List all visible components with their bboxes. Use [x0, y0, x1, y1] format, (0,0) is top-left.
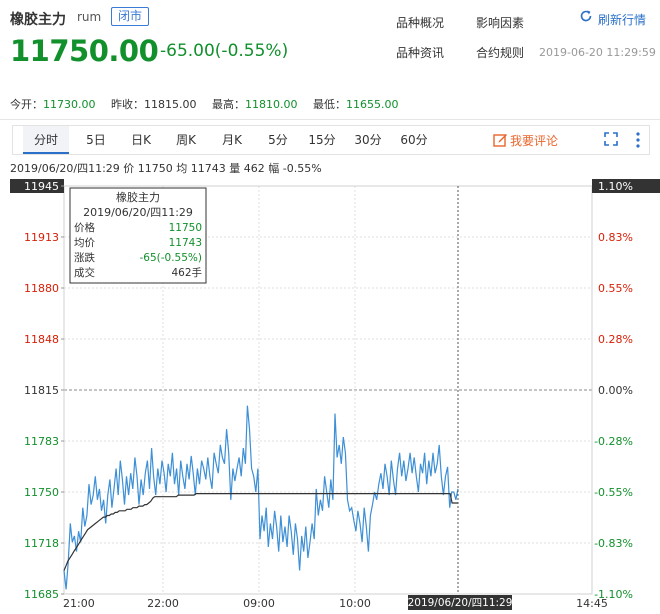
edit-icon[interactable] [493, 132, 508, 147]
cursor-info-line: 2019/06/20/四11:29 价 11750 均 11743 量 462 … [10, 162, 322, 175]
stats-row: 今开：11730.00 昨收：11815.00 最高：11810.00 最低：1… [10, 96, 411, 112]
price-axis-label: 11815 [24, 384, 59, 397]
time-axis-label: 22:00 [147, 597, 179, 610]
prev-close-label: 昨收： [111, 98, 144, 111]
link-contract-rules[interactable]: 合约规则 [476, 44, 524, 61]
status-badge: 闭市 [111, 7, 150, 26]
price-axis-label: 11750 [24, 486, 59, 499]
high-value: 11810.00 [245, 98, 298, 111]
open-label: 今开： [10, 98, 43, 111]
price-axis-label: 11913 [24, 231, 59, 244]
percent-axis-label: -0.28% [594, 435, 633, 448]
refresh-button[interactable]: 刷新行情 [598, 11, 646, 28]
divider [0, 119, 660, 120]
tooltip-title: 橡胶主力 [116, 190, 160, 204]
tooltip-row-value: -65(-0.55%) [140, 252, 203, 264]
price-axis-label: 11783 [24, 435, 59, 448]
price-axis-label: 11685 [24, 588, 59, 601]
tab-monthly-k[interactable]: 月K [217, 126, 247, 154]
tooltip-row-value: 462手 [171, 266, 202, 279]
price-line [63, 405, 459, 590]
comment-button[interactable]: 我要评论 [510, 132, 558, 149]
percent-axis-labels: 1.10% 0.83% 0.55% 0.28% 0.00% -0.28% -0.55% -0.… [592, 179, 660, 601]
tooltip-row-label: 涨跌 [74, 251, 95, 264]
price-change: -65.00(-0.55%) [160, 41, 289, 61]
high-label: 最高： [212, 98, 245, 111]
tab-15min[interactable]: 15分 [307, 126, 337, 154]
current-price: 11750.00 [10, 34, 159, 68]
instrument-code: rum [77, 10, 102, 24]
price-axis-labels: 11945 11913 11880 11848 11815 11783 11750 11718… [10, 179, 64, 601]
period-tabs: 分时 5日 日K 周K 月K 5分 15分 30分 60分 我要评论 [12, 125, 650, 155]
instrument-name: 橡胶主力 [10, 12, 66, 28]
time-axis-label: 21:00 [63, 597, 95, 610]
tab-5day[interactable]: 5日 [81, 126, 111, 154]
tooltip-box: 橡胶主力 2019/06/20/四11:29 价格 11750 均价 11743 涨跌 -65… [69, 187, 207, 284]
percent-axis-label: 0.83% [598, 231, 633, 244]
fullscreen-icon[interactable] [604, 132, 618, 146]
tab-weekly-k[interactable]: 周K [171, 126, 201, 154]
tooltip-row-label: 均价 [74, 237, 95, 249]
tab-intraday[interactable]: 分时 [23, 126, 69, 154]
crosshair: 2019/06/20/四11:29 [408, 186, 513, 610]
price-axis-label: 11718 [24, 537, 59, 550]
percent-axis-label: 0.55% [598, 282, 633, 295]
tab-5min[interactable]: 5分 [263, 126, 293, 154]
tooltip-row-value: 11743 [169, 237, 202, 249]
percent-axis-label: 0.00% [598, 384, 633, 397]
tab-daily-k[interactable]: 日K [126, 126, 156, 154]
percent-axis-label: 0.28% [598, 333, 633, 346]
price-axis-label: 11945 [24, 180, 59, 193]
price-axis-label: 11848 [24, 333, 59, 346]
tab-60min[interactable]: 60分 [399, 126, 429, 154]
percent-axis-label: -0.55% [594, 486, 633, 499]
link-news[interactable]: 品种资讯 [396, 44, 444, 61]
time-axis-label: 10:00 [339, 597, 371, 610]
link-overview[interactable]: 品种概况 [396, 14, 444, 31]
open-value: 11730.00 [43, 98, 96, 111]
time-axis-labels: 22:00 09:00 10:00 14:45 21:00 [63, 597, 608, 610]
link-factors[interactable]: 影响因素 [476, 14, 524, 31]
percent-axis-label: -0.83% [594, 537, 633, 550]
tooltip-date: 2019/06/20/四11:29 [83, 206, 193, 219]
low-label: 最低： [313, 98, 346, 111]
price-axis-label: 11880 [24, 282, 59, 295]
percent-axis-label: 1.10% [598, 180, 633, 193]
time-axis-label: 14:45 [576, 597, 608, 610]
cursor-time-label: 2019/06/20/四11:29 [408, 597, 513, 609]
tab-30min[interactable]: 30分 [353, 126, 383, 154]
timestamp: 2019-06-20 11:29:59 [539, 46, 656, 59]
time-axis-label: 09:00 [243, 597, 275, 610]
tooltip-row-label: 价格 [74, 221, 95, 234]
intraday-chart[interactable]: 11945 11913 11880 11848 11815 11783 11750 11718… [0, 178, 660, 614]
low-value: 11655.00 [346, 98, 399, 111]
tooltip-row-value: 11750 [169, 222, 202, 234]
tooltip-row-label: 成交 [74, 266, 95, 279]
prev-close-value: 11815.00 [144, 98, 197, 111]
refresh-icon[interactable] [579, 9, 593, 23]
more-icon[interactable] [635, 131, 641, 149]
